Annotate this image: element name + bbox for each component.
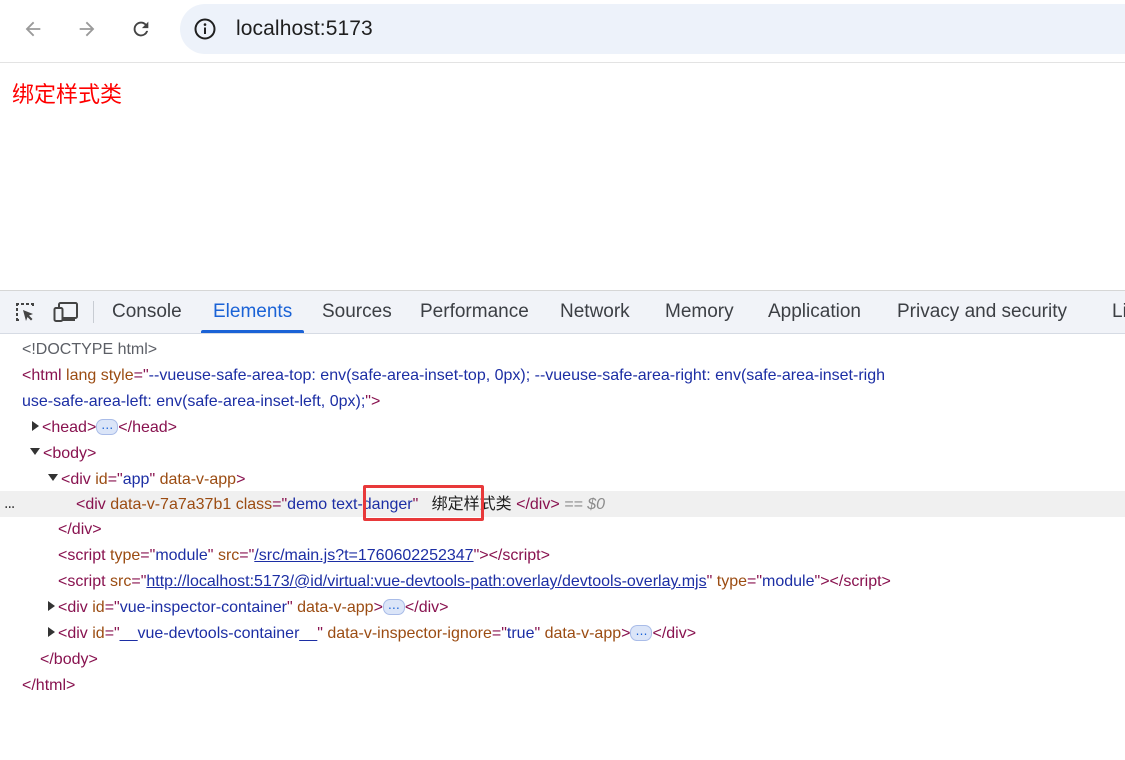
dom-node-html-open[interactable]: <html lang style="--vueuse-safe-area-top… — [0, 363, 1125, 389]
tab-lighthouse[interactable]: Li — [1112, 291, 1125, 333]
dom-node-doctype[interactable]: <!DOCTYPE html> — [0, 337, 1125, 363]
dom-node-app-div[interactable]: <div id="app" data-v-app> — [0, 467, 1125, 493]
expand-triangle-icon[interactable] — [32, 420, 39, 431]
expand-triangle-icon[interactable] — [48, 600, 55, 611]
ellipsis-icon[interactable]: … — [96, 418, 119, 435]
more-options-icon[interactable]: ... — [4, 491, 15, 517]
browser-toolbar: localhost:5173 — [0, 0, 1125, 63]
ellipsis-icon[interactable]: … — [630, 624, 653, 641]
dom-node-body-close[interactable]: </body> — [0, 647, 1125, 673]
tab-sources[interactable]: Sources — [322, 291, 392, 333]
expand-triangle-icon[interactable] — [48, 626, 55, 637]
info-icon[interactable] — [193, 17, 217, 41]
toolbar-divider — [93, 301, 94, 323]
collapse-triangle-icon[interactable] — [48, 474, 58, 482]
script-src-link[interactable]: http://localhost:5173/@id/virtual:vue-de… — [146, 573, 706, 590]
forward-button[interactable] — [69, 11, 105, 47]
dom-node-inspector-container[interactable]: <div id="vue-inspector-container" data-v… — [0, 595, 1125, 621]
arrow-right-icon — [79, 21, 95, 37]
collapse-triangle-icon[interactable] — [30, 448, 40, 456]
annotation-highlight-box — [363, 485, 484, 521]
devtools-tabbar: Console Elements Sources Performance Net… — [0, 291, 1125, 334]
tab-console[interactable]: Console — [112, 291, 182, 333]
dom-node-html-close[interactable]: </html> — [0, 673, 1125, 699]
script-src-link[interactable]: /src/main.js?t=1760602252347 — [254, 547, 473, 564]
tab-performance[interactable]: Performance — [420, 291, 529, 333]
dom-node-script-overlay[interactable]: <script src="http://localhost:5173/@id/v… — [0, 569, 1125, 595]
dom-node-script-main[interactable]: <script type="module" src="/src/main.js?… — [0, 543, 1125, 569]
back-button[interactable] — [15, 11, 51, 47]
tab-memory[interactable]: Memory — [665, 291, 734, 333]
dom-node-body-open[interactable]: <body> — [0, 441, 1125, 467]
reload-icon — [133, 21, 149, 37]
tab-network[interactable]: Network — [560, 291, 630, 333]
page-heading: 绑定样式类 — [12, 83, 123, 108]
dom-node-app-div-close[interactable]: </div> — [0, 517, 1125, 543]
dom-node-html-style-cont: use-safe-area-left: env(safe-area-inset-… — [22, 393, 381, 410]
inspect-element-icon[interactable] — [12, 300, 38, 324]
ellipsis-icon[interactable]: … — [382, 598, 405, 615]
selected-marker: == $0 — [564, 496, 606, 513]
address-bar[interactable]: localhost:5173 — [180, 4, 1125, 54]
dom-node-selected-div[interactable]: ... <div data-v-7a7a37b1 class="demo tex… — [0, 491, 1125, 517]
device-toolbar-icon[interactable] — [53, 300, 79, 324]
reload-button[interactable] — [123, 11, 159, 47]
dom-node-devtools-container[interactable]: <div id="__vue-devtools-container__" dat… — [0, 621, 1125, 647]
tab-application[interactable]: Application — [768, 291, 861, 333]
tab-elements[interactable]: Elements — [200, 291, 305, 333]
tab-privacy-and-security[interactable]: Privacy and security — [897, 291, 1067, 333]
arrow-left-icon — [25, 21, 41, 37]
url-text: localhost:5173 — [236, 17, 373, 40]
dom-node-head[interactable]: <head>… </head> — [0, 415, 1125, 441]
